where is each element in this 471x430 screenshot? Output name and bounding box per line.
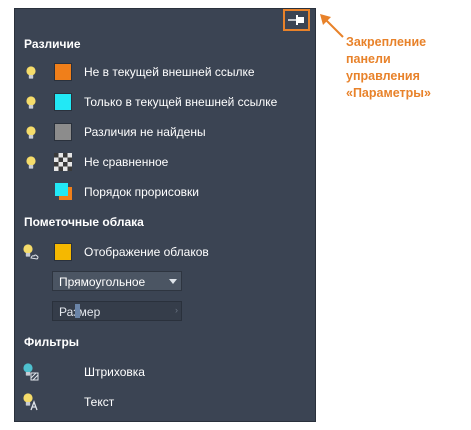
section-title-difference: Различие [24,37,81,51]
checkerboard-swatch[interactable] [54,153,72,171]
cloud-color-swatch[interactable] [54,243,72,261]
lightbulb-icon[interactable] [25,66,37,80]
diff-label: Различия не найдены [84,125,206,139]
diff-label: Только в текущей внешней ссылке [84,95,278,109]
diff-row-draw-order[interactable]: Порядок прорисовки [0,181,316,203]
annotation-line: Закрепление [346,35,427,49]
text-filter-icon[interactable] [22,393,39,411]
annotation-line: управления [346,69,420,83]
diff-row-not-compared[interactable]: Не сравненное [0,151,316,173]
pin-panel-button[interactable] [283,9,310,31]
annotation-line: «Параметры» [346,86,431,100]
section-title-clouds: Пометочные облака [24,215,144,229]
cloud-display-label: Отображение облаков [84,245,209,259]
cloud-shape-select[interactable]: Прямоугольное [52,271,182,291]
slider-thumb[interactable] [75,304,80,318]
diff-label: Не сравненное [84,155,169,169]
lightbulb-icon[interactable] [25,96,37,110]
color-swatch[interactable] [54,93,72,111]
cloud-shape-value: Прямоугольное [59,275,146,289]
filter-text-label: Текст [84,395,115,409]
filter-row-hatch[interactable]: Штриховка [0,361,316,383]
diff-row-only-in-current[interactable]: Только в текущей внешней ссылке [0,91,316,113]
diff-row-no-differences[interactable]: Различия не найдены [0,121,316,143]
cloud-display-row[interactable]: Отображение облаков [0,241,316,263]
chevron-down-icon [169,279,177,284]
hatch-filter-icon[interactable] [22,363,39,381]
lightbulb-icon[interactable] [25,126,37,140]
diff-row-not-in-current[interactable]: Не в текущей внешней ссылке [0,61,316,83]
lightbulb-icon[interactable] [25,156,37,170]
callout-arrow-icon [320,14,344,38]
filter-hatch-label: Штриховка [84,365,145,379]
diff-label: Не в текущей внешней ссылке [84,65,255,79]
filter-row-text[interactable]: Текст [0,391,316,413]
color-swatch[interactable] [54,63,72,81]
draw-order-icon[interactable] [54,182,73,201]
pin-icon [287,15,304,25]
diff-label: Порядок прорисовки [84,185,199,199]
color-swatch[interactable] [54,123,72,141]
section-title-filters: Фильтры [24,335,80,349]
cloud-bulb-icon[interactable] [22,244,39,261]
cloud-size-slider[interactable]: Размер › [52,301,182,321]
chevron-right-icon: › [175,305,178,315]
annotation-line: панели [346,52,391,66]
annotation-text: Закрепление панели управления «Параметры… [346,34,470,102]
